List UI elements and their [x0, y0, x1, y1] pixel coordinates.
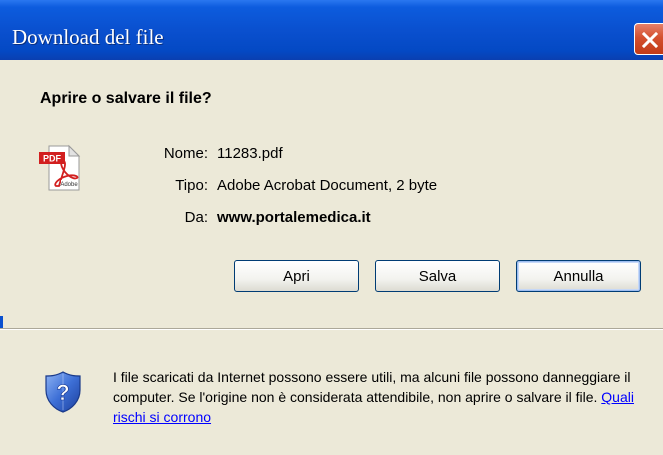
- download-dialog: Download del file Aprire o salvare il fi…: [0, 0, 663, 455]
- save-button[interactable]: Salva: [375, 260, 500, 292]
- file-name-label: Nome:: [163, 145, 208, 162]
- file-source-value: www.portalemedica.it: [217, 209, 371, 226]
- pdf-badge-label: PDF: [43, 154, 62, 164]
- title-bar[interactable]: Download del file: [0, 0, 663, 60]
- file-name-label-box: Nome:: [100, 145, 208, 165]
- cancel-button[interactable]: Annulla: [516, 260, 641, 292]
- dialog-warning-panel: ? I file scaricati da Internet possono e…: [0, 330, 663, 455]
- security-warning: I file scaricati da Internet possono ess…: [113, 367, 653, 427]
- pdf-icon-caption: Adobe: [60, 182, 78, 188]
- file-source-label-box: Da:: [100, 209, 208, 229]
- close-icon: [641, 31, 659, 49]
- file-source-label: Da:: [184, 209, 208, 226]
- dialog-upper-panel: Aprire o salvare il file? PDF Adobe Nome…: [0, 60, 663, 316]
- security-shield-icon: ?: [44, 370, 82, 419]
- window-title: Download del file: [12, 25, 164, 49]
- pdf-file-icon: PDF Adobe: [37, 142, 81, 197]
- svg-text:?: ?: [56, 380, 69, 405]
- file-name-value: 11283.pdf: [217, 145, 283, 162]
- dialog-question: Aprire o salvare il file?: [40, 90, 212, 107]
- security-warning-text: I file scaricati da Internet possono ess…: [113, 369, 631, 405]
- close-button[interactable]: [634, 23, 663, 55]
- open-button[interactable]: Apri: [234, 260, 359, 292]
- file-type-label-box: Tipo:: [100, 177, 208, 197]
- file-type-label: Tipo:: [175, 177, 208, 194]
- file-type-value: Adobe Acrobat Document, 2 byte: [217, 177, 438, 194]
